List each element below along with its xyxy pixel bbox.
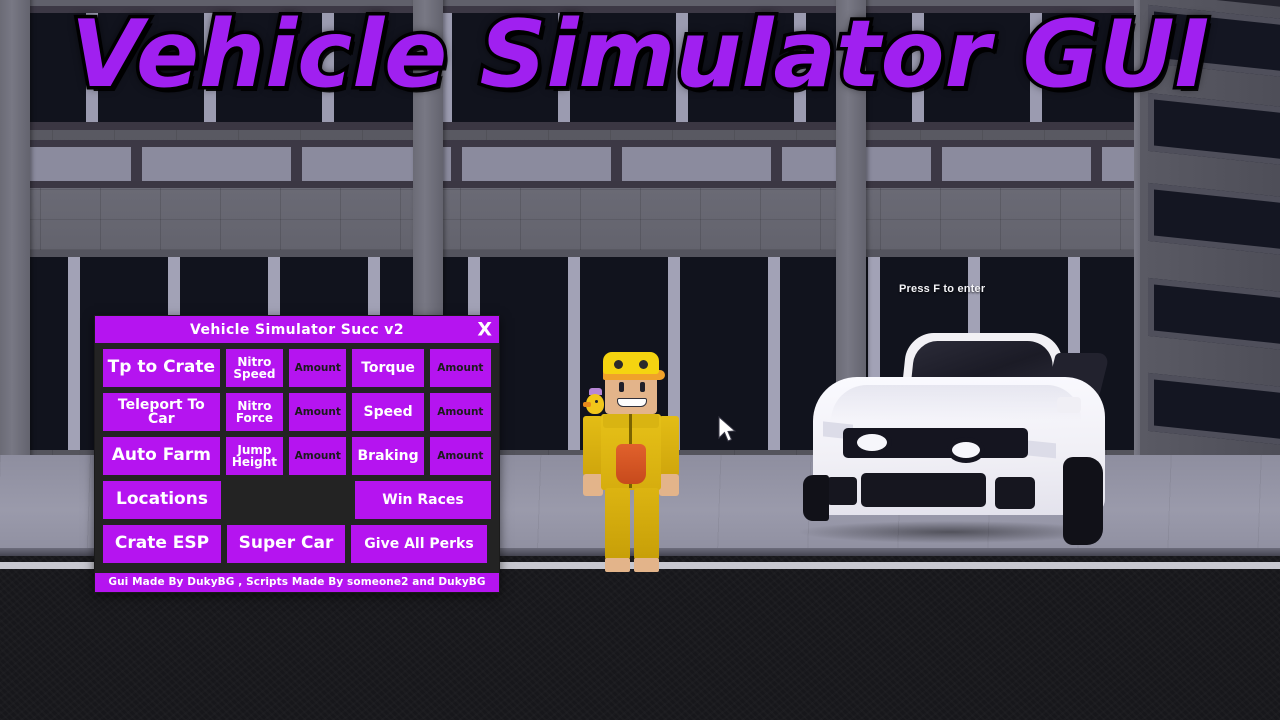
avatar-arm-left <box>583 416 603 476</box>
avatar-foot-left <box>605 558 630 572</box>
avatar-hand-right <box>659 474 679 496</box>
page-title: Vehicle Simulator GUI <box>67 0 1212 108</box>
corner-window <box>1148 182 1280 256</box>
vehicle-simulator-gui-panel: Vehicle Simulator Succ v2 X Tp to Crate … <box>94 315 500 593</box>
gui-row-2: Teleport To Car Nitro Force Amount Speed … <box>103 393 491 431</box>
gui-row-1: Tp to Crate Nitro Speed Amount Torque Amo… <box>103 349 491 387</box>
braking-button[interactable]: Braking <box>352 437 424 475</box>
corner-window <box>1148 372 1280 446</box>
tp-to-crate-button[interactable]: Tp to Crate <box>103 349 220 387</box>
speed-amount-input[interactable]: Amount <box>429 393 491 431</box>
give-all-perks-button[interactable]: Give All Perks <box>351 525 487 563</box>
press-f-to-enter-prompt: Press F to enter <box>899 283 986 295</box>
gui-row-4: Locations Win Races <box>103 481 491 519</box>
teleport-to-car-button[interactable]: Teleport To Car <box>103 393 220 431</box>
building-window-row-middle <box>0 140 1155 188</box>
car-bumper-vent-center <box>861 473 986 507</box>
torque-button[interactable]: Torque <box>352 349 424 387</box>
duck-pet-eye <box>595 400 598 403</box>
gui-title-text: Vehicle Simulator Succ v2 <box>190 321 404 338</box>
car-headlight-left <box>852 429 892 456</box>
gui-titlebar[interactable]: Vehicle Simulator Succ v2 X <box>95 316 499 343</box>
gui-credits-footer: Gui Made By DukyBG , Scripts Made By som… <box>95 573 499 592</box>
braking-amount-input[interactable]: Amount <box>429 437 491 475</box>
avatar-foot-right <box>634 558 659 572</box>
car-bumper-vent-left <box>827 477 857 505</box>
nitro-speed-amount-input[interactable]: Amount <box>289 349 347 387</box>
white-sports-car[interactable] <box>795 325 1115 560</box>
mouse-cursor-icon <box>718 416 736 442</box>
avatar-leg-left <box>605 488 630 560</box>
car-wheel-left <box>803 475 829 521</box>
jump-height-button[interactable]: Jump Height <box>225 437 284 475</box>
avatar-leg-right <box>634 488 659 560</box>
car-side-mirror <box>1057 397 1081 413</box>
avatar-mouth <box>617 398 647 407</box>
avatar-hand-left <box>583 474 603 496</box>
close-icon[interactable]: X <box>477 320 492 339</box>
duck-pet-beak <box>583 402 591 407</box>
nitro-force-button[interactable]: Nitro Force <box>225 393 284 431</box>
win-races-button[interactable]: Win Races <box>355 481 491 519</box>
car-wheel-right <box>1063 457 1103 545</box>
gui-row-5: Crate ESP Super Car Give All Perks <box>103 525 491 563</box>
car-hood <box>831 385 1081 421</box>
locations-button[interactable]: Locations <box>103 481 221 519</box>
gui-row-3: Auto Farm Jump Height Amount Braking Amou… <box>103 437 491 475</box>
avatar-chest-pack <box>616 444 646 484</box>
window-dividers-middle <box>0 147 1155 181</box>
speed-button[interactable]: Speed <box>352 393 424 431</box>
game-screenshot: Press F to enter Vehicle Simulator GUI V… <box>0 0 1280 720</box>
car-shadow <box>800 521 1100 543</box>
building-concrete-band <box>0 188 1145 250</box>
player-avatar[interactable] <box>583 352 733 577</box>
super-car-button[interactable]: Super Car <box>227 525 345 563</box>
corner-window <box>1148 277 1280 351</box>
crate-esp-button[interactable]: Crate ESP <box>103 525 221 563</box>
avatar-cap <box>603 352 659 374</box>
avatar-arm-right <box>659 416 679 476</box>
gui-body: Tp to Crate Nitro Speed Amount Torque Amo… <box>95 343 499 573</box>
avatar-eye-left <box>619 382 624 392</box>
nitro-force-amount-input[interactable]: Amount <box>289 393 347 431</box>
row4-spacer <box>227 481 349 519</box>
torque-amount-input[interactable]: Amount <box>429 349 491 387</box>
car-bumper-vent-right <box>995 477 1035 509</box>
jump-height-amount-input[interactable]: Amount <box>289 437 347 475</box>
avatar-cap-detail <box>639 360 648 369</box>
avatar-eye-right <box>640 382 645 392</box>
car-headlight-right <box>947 437 985 463</box>
auto-farm-button[interactable]: Auto Farm <box>103 437 220 475</box>
avatar-cap-detail <box>614 360 623 369</box>
nitro-speed-button[interactable]: Nitro Speed <box>225 349 284 387</box>
